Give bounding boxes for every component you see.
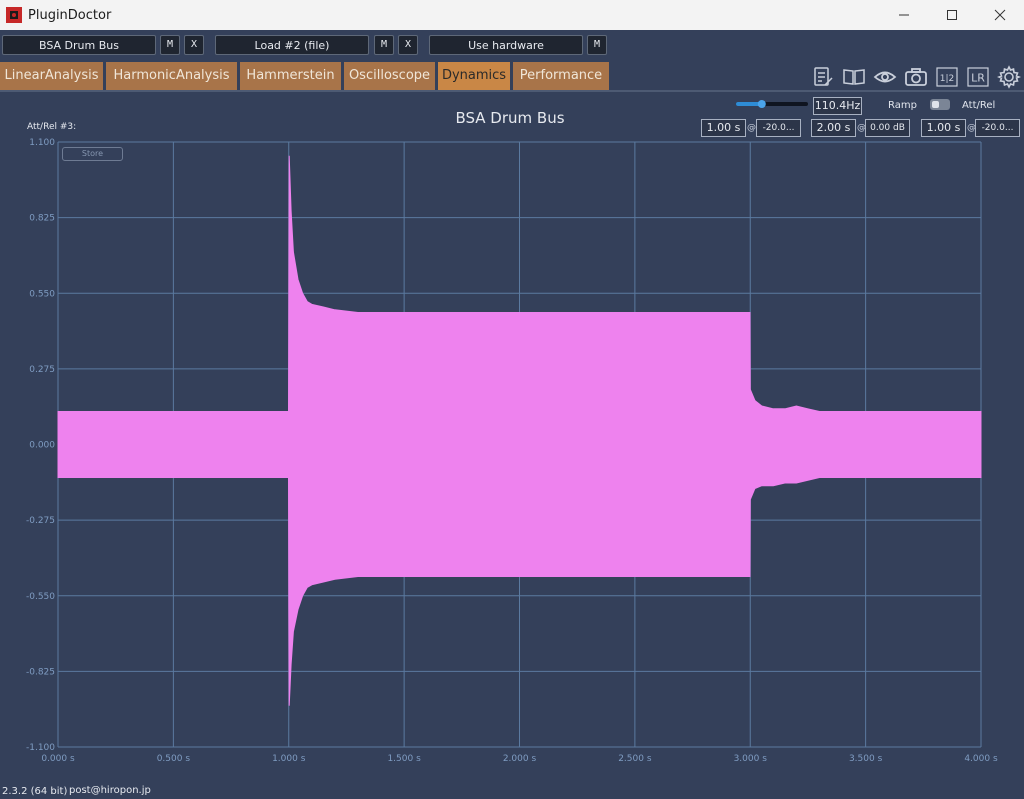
y-tick-label: -0.825: [26, 667, 55, 677]
x-tick-label: 3.000 s: [734, 754, 768, 764]
y-tick-label: -1.100: [26, 743, 55, 753]
x-tick-label: 2.500 s: [618, 754, 652, 764]
x-tick-label: 0.000 s: [41, 754, 75, 764]
version-text: 2.3.2 (64 bit): [2, 786, 68, 797]
x-tick-label: 4.000 s: [964, 754, 998, 764]
y-tick-label: 0.275: [29, 365, 55, 375]
y-tick-label: 0.550: [29, 289, 55, 299]
y-tick-label: -0.275: [26, 516, 55, 526]
y-tick-label: 1.100: [29, 138, 55, 148]
x-tick-label: 3.500 s: [849, 754, 883, 764]
y-tick-label: 0.825: [29, 214, 55, 224]
y-tick-label: 0.000: [29, 441, 55, 451]
email-text: post@hiropon.jp: [69, 785, 151, 796]
x-tick-label: 1.000 s: [272, 754, 306, 764]
y-tick-label: -0.550: [26, 592, 55, 602]
x-tick-label: 0.500 s: [157, 754, 191, 764]
store-button[interactable]: Store: [62, 147, 123, 161]
x-tick-label: 1.500 s: [387, 754, 421, 764]
waveform-chart[interactable]: 1.100 0.825 0.550 0.275 0.000 -0.275 -0.550 -0.…: [0, 0, 1024, 799]
x-tick-label: 2.000 s: [503, 754, 537, 764]
status-bar: 2.3.2 (64 bit) post@hiropon.jp: [0, 784, 1024, 799]
